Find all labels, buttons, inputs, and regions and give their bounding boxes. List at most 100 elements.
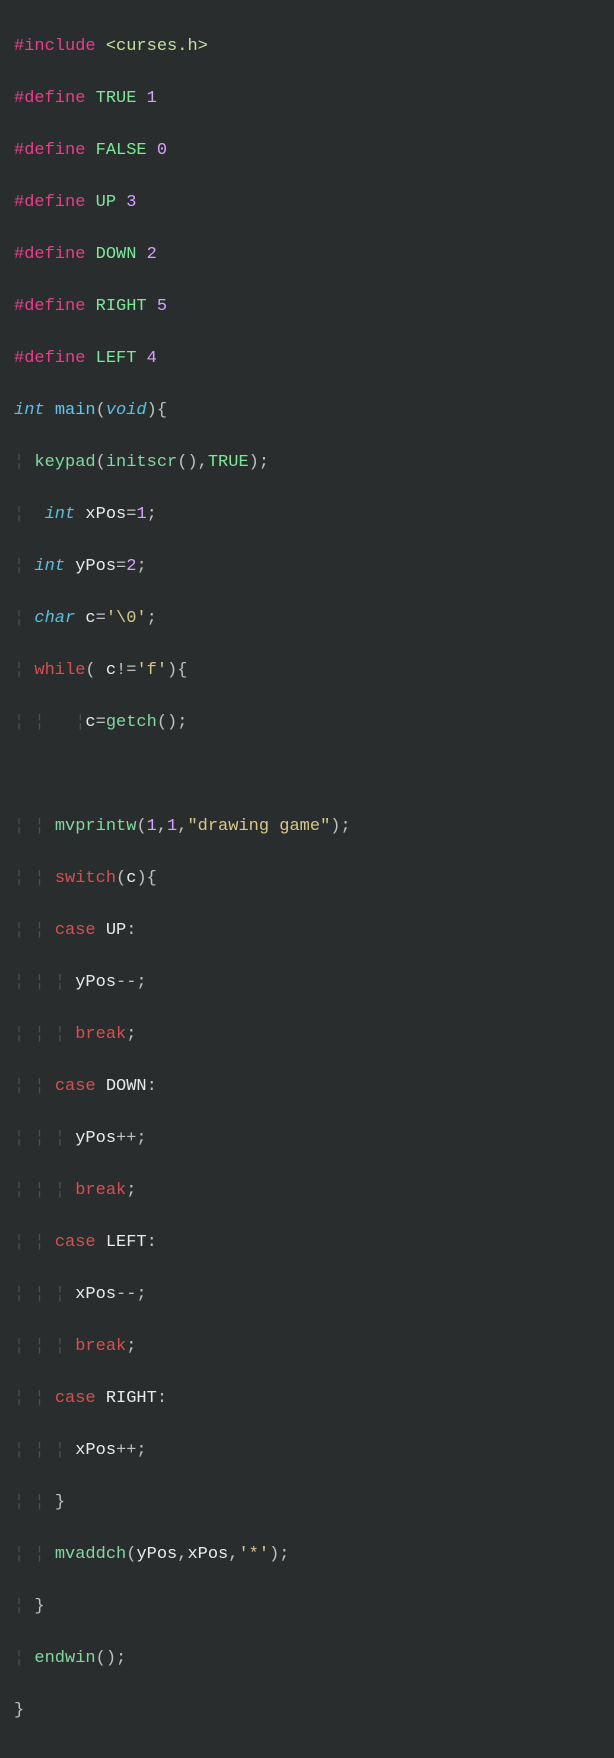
identifier: yPos <box>75 973 116 992</box>
char-literal: 'f' <box>136 661 167 680</box>
code-line: #define TRUE 1 <box>14 86 600 112</box>
macro-ref: UP <box>106 921 126 940</box>
preprocessor: #include <box>14 37 96 56</box>
code-line: ¦ ¦ ¦ xPos--; <box>14 1282 600 1308</box>
code-line: ¦ } <box>14 1594 600 1620</box>
type-keyword: int <box>14 401 45 420</box>
number: 0 <box>157 141 167 160</box>
keyword: break <box>75 1337 126 1356</box>
identifier: xPos <box>75 1441 116 1460</box>
function-name: main <box>55 401 96 420</box>
identifier: xPos <box>187 1545 228 1564</box>
code-line: ¦ int yPos=2; <box>14 554 600 580</box>
code-line: #define UP 3 <box>14 190 600 216</box>
keyword: case <box>55 1389 96 1408</box>
keyword: switch <box>55 869 116 888</box>
code-line: #define DOWN 2 <box>14 242 600 268</box>
code-line: ¦ ¦ ¦ break; <box>14 1334 600 1360</box>
preprocessor: #define <box>14 349 85 368</box>
code-line: ¦ ¦ ¦ break; <box>14 1178 600 1204</box>
number: 1 <box>147 89 157 108</box>
code-line: ¦ ¦ case RIGHT: <box>14 1386 600 1412</box>
call: keypad <box>34 453 95 472</box>
code-line: ¦ ¦ ¦ yPos--; <box>14 970 600 996</box>
code-line: ¦ ¦ ¦c=getch(); <box>14 710 600 736</box>
identifier: c <box>126 869 136 888</box>
macro-name: FALSE <box>96 141 147 160</box>
keyword: case <box>55 921 96 940</box>
identifier: xPos <box>75 1285 116 1304</box>
call: mvaddch <box>55 1545 126 1564</box>
brace: { <box>157 401 167 420</box>
code-line: ¦ ¦ ¦ xPos++; <box>14 1438 600 1464</box>
code-line: ¦ ¦ case LEFT: <box>14 1230 600 1256</box>
call: endwin <box>34 1649 95 1668</box>
string-literal: "drawing game" <box>187 817 330 836</box>
type-keyword: int <box>45 505 76 524</box>
code-line: ¦ ¦ mvaddch(yPos,xPos,'*'); <box>14 1542 600 1568</box>
preprocessor: #define <box>14 141 85 160</box>
call: mvprintw <box>55 817 137 836</box>
macro-name: RIGHT <box>96 297 147 316</box>
preprocessor: #define <box>14 297 85 316</box>
brace: } <box>55 1493 65 1512</box>
macro-ref: RIGHT <box>106 1389 157 1408</box>
keyword: case <box>55 1077 96 1096</box>
number: 1 <box>167 817 177 836</box>
macro-ref: DOWN <box>106 1077 147 1096</box>
code-line: ¦ ¦ case UP: <box>14 918 600 944</box>
code-line: ¦ ¦ case DOWN: <box>14 1074 600 1100</box>
number: 1 <box>147 817 157 836</box>
code-editor[interactable]: #include <curses.h> #define TRUE 1 #defi… <box>0 0 614 1758</box>
type-keyword: int <box>34 557 65 576</box>
macro-ref: LEFT <box>106 1233 147 1252</box>
macro-name: UP <box>96 193 116 212</box>
macro-name: DOWN <box>96 245 137 264</box>
code-line: ¦ ¦ ¦ yPos++; <box>14 1126 600 1152</box>
identifier: c <box>106 661 116 680</box>
code-line: #define RIGHT 5 <box>14 294 600 320</box>
code-line: ¦ endwin(); <box>14 1646 600 1672</box>
call: initscr <box>106 453 177 472</box>
code-line: ¦ char c='\0'; <box>14 606 600 632</box>
keyword: break <box>75 1025 126 1044</box>
brace: { <box>177 661 187 680</box>
type-keyword: char <box>34 609 75 628</box>
code-line <box>14 762 600 788</box>
number: 3 <box>126 193 136 212</box>
identifier: yPos <box>75 1129 116 1148</box>
void-keyword: void <box>106 401 147 420</box>
macro-name: TRUE <box>96 89 137 108</box>
code-line: ¦ keypad(initscr(),TRUE); <box>14 450 600 476</box>
number: 5 <box>157 297 167 316</box>
preprocessor: #define <box>14 245 85 264</box>
code-line: #define LEFT 4 <box>14 346 600 372</box>
keyword: break <box>75 1181 126 1200</box>
code-line: ¦ ¦ } <box>14 1490 600 1516</box>
keyword: while <box>34 661 85 680</box>
brace: } <box>14 1701 24 1720</box>
preprocessor: #define <box>14 193 85 212</box>
number: 4 <box>147 349 157 368</box>
brace: } <box>34 1597 44 1616</box>
code-line: ¦ int xPos=1; <box>14 502 600 528</box>
code-line: #define FALSE 0 <box>14 138 600 164</box>
brace: { <box>147 869 157 888</box>
code-line: ¦ while( c!='f'){ <box>14 658 600 684</box>
code-line: ¦ ¦ mvprintw(1,1,"drawing game"); <box>14 814 600 840</box>
identifier: c <box>85 713 95 732</box>
header: <curses.h> <box>106 37 208 56</box>
code-line: ¦ ¦ switch(c){ <box>14 866 600 892</box>
code-line: #include <curses.h> <box>14 34 600 60</box>
code-line: } <box>14 1698 600 1724</box>
identifier: yPos <box>75 557 116 576</box>
number: 1 <box>136 505 146 524</box>
macro-name: LEFT <box>96 349 137 368</box>
identifier: yPos <box>136 1545 177 1564</box>
char-literal: '*' <box>238 1545 269 1564</box>
preprocessor: #define <box>14 89 85 108</box>
keyword: case <box>55 1233 96 1252</box>
number: 2 <box>126 557 136 576</box>
char-literal: '\0' <box>106 609 147 628</box>
macro-ref: TRUE <box>208 453 249 472</box>
